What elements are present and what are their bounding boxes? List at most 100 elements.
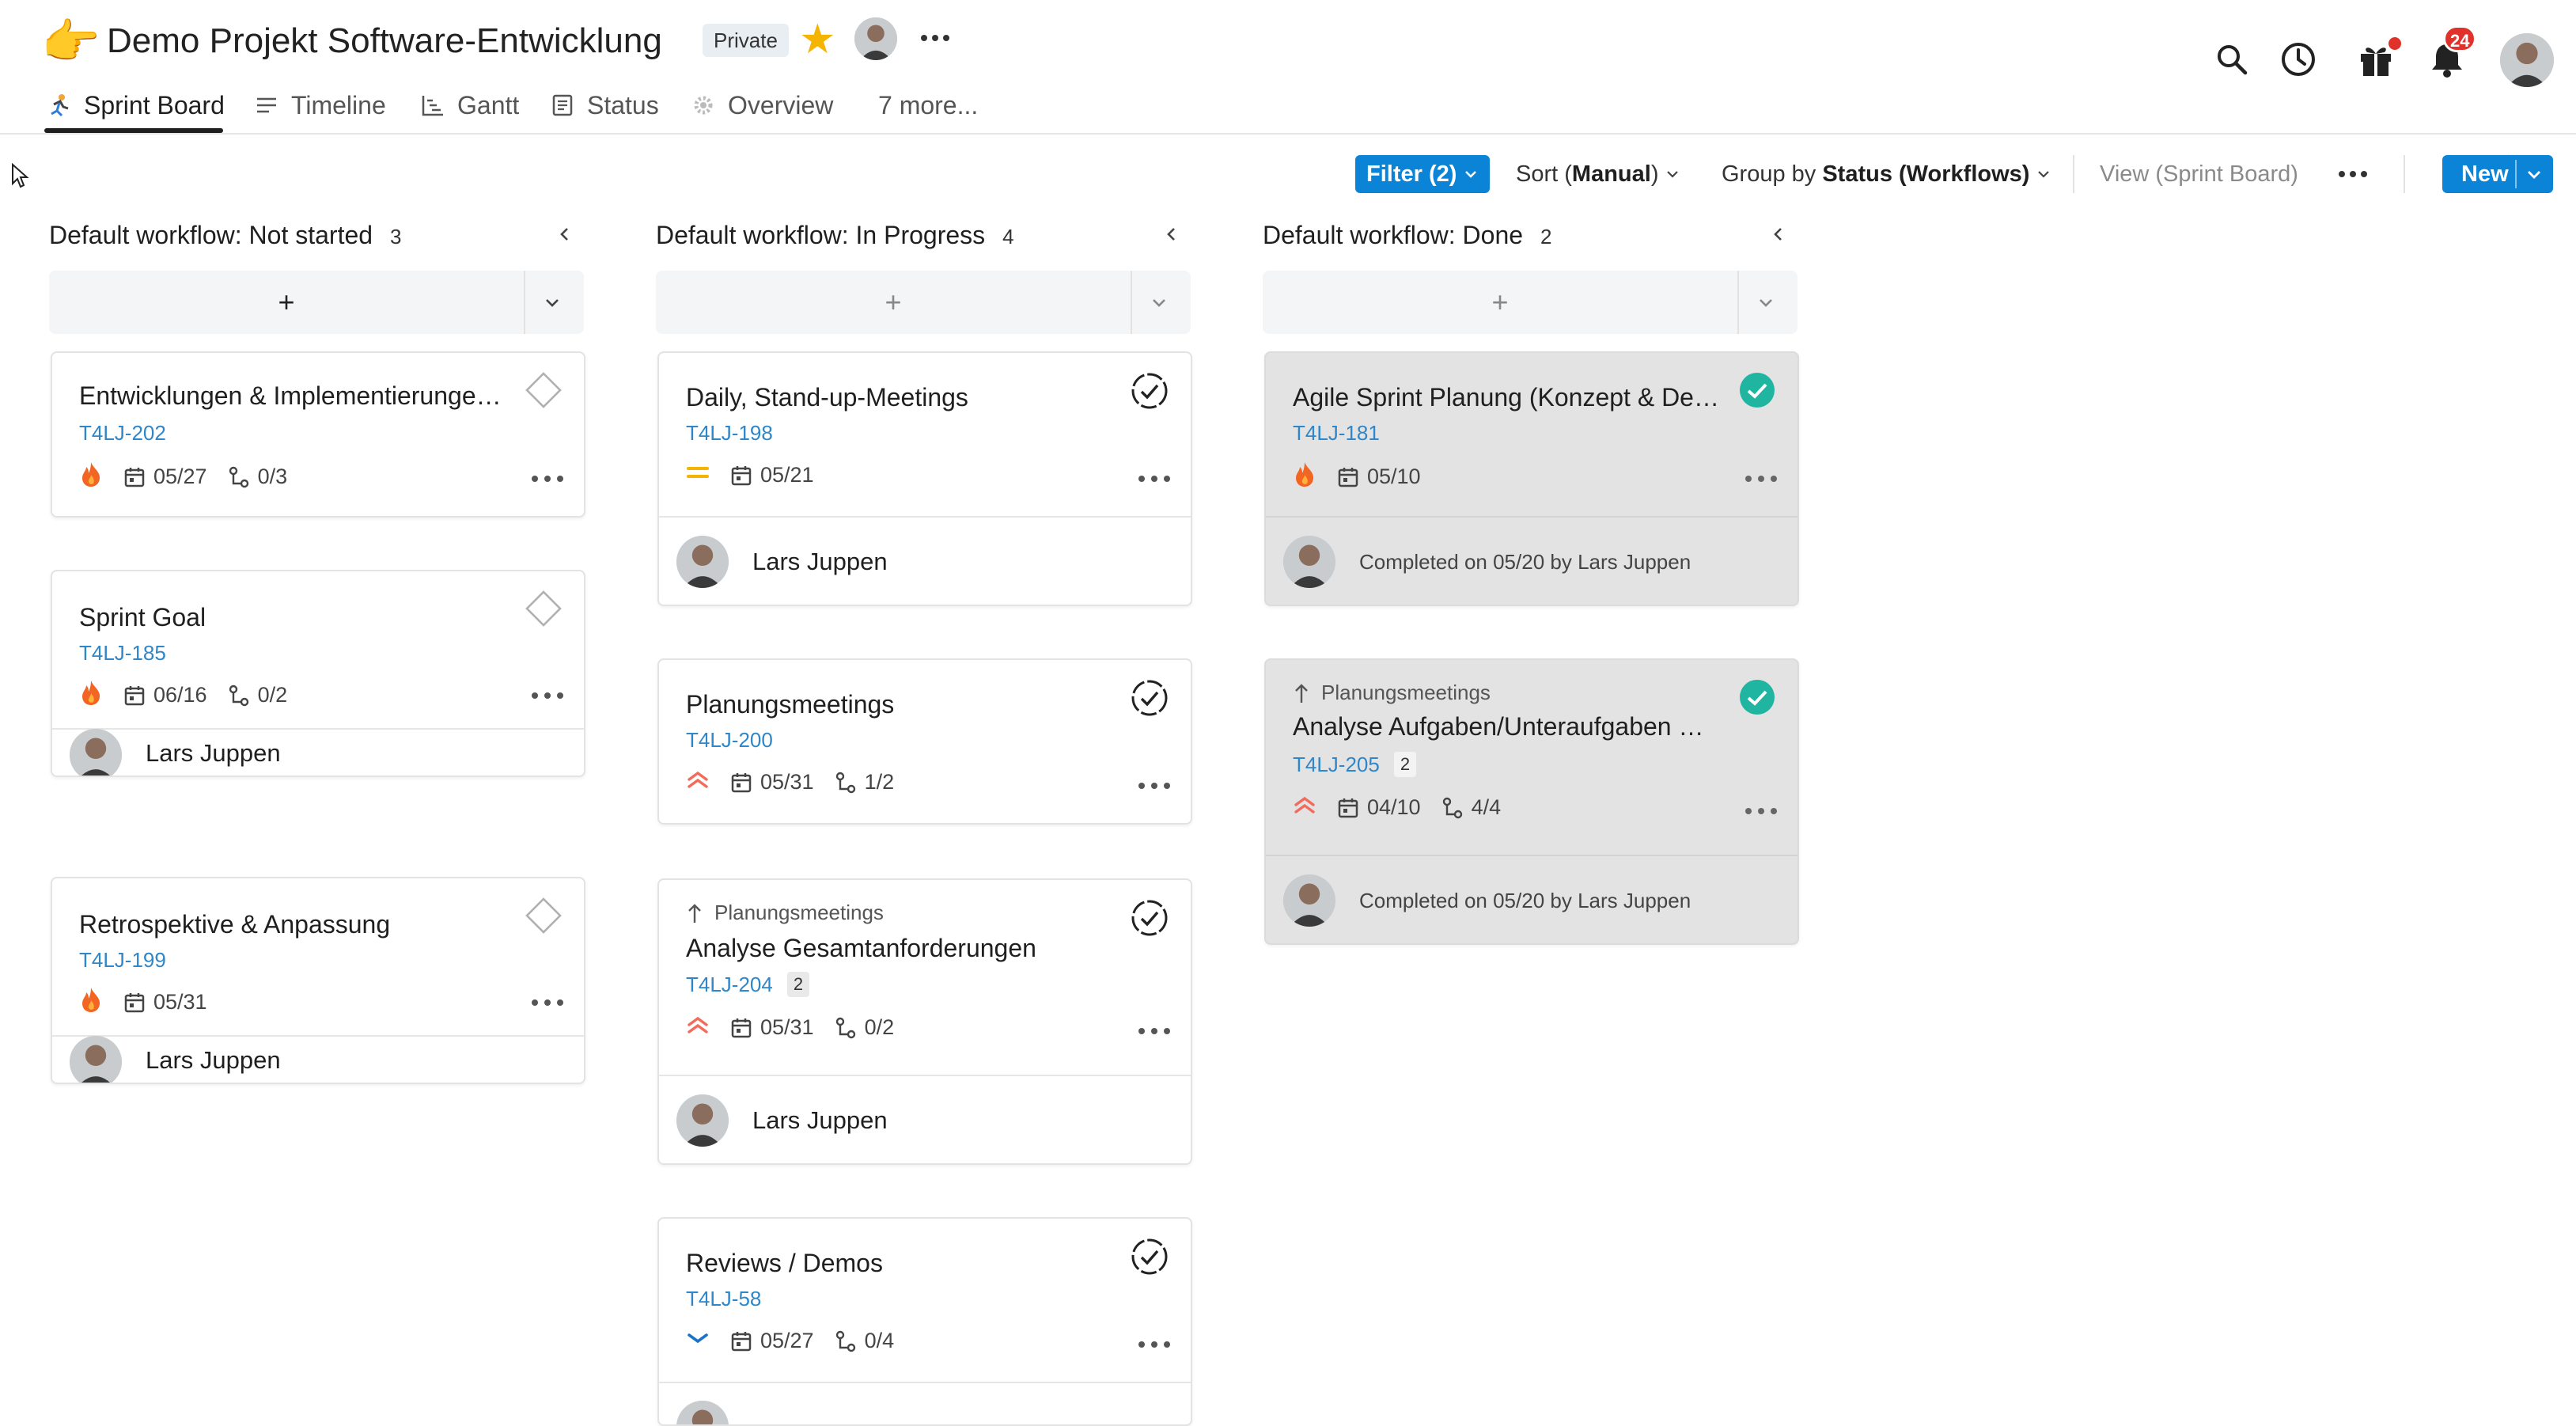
due-date[interactable]: 05/10 (1337, 465, 1421, 489)
subtask-count[interactable]: 4/4 (1441, 795, 1501, 820)
task-card[interactable]: Planungsmeetings Analyse Aufgaben/Untera… (1264, 658, 1799, 945)
task-card[interactable]: Planungsmeetings T4LJ-200 05/31 1/2 (657, 658, 1192, 825)
task-card[interactable]: Daily, Stand-up-Meetings T4LJ-198 05/21 … (657, 351, 1192, 606)
card-key[interactable]: T4LJ-58 (686, 1287, 761, 1311)
chevron-left-icon[interactable] (1161, 223, 1183, 245)
card-key[interactable]: T4LJ-181 (1293, 421, 1380, 446)
done-check-icon[interactable] (1737, 370, 1777, 410)
priority-fire-icon[interactable] (79, 461, 103, 493)
in-progress-check-circle-icon[interactable] (1129, 897, 1170, 939)
due-date[interactable]: 05/31 (730, 770, 814, 795)
subtask-count[interactable]: 0/2 (228, 683, 287, 707)
due-date[interactable]: 05/21 (730, 463, 814, 487)
search-icon[interactable] (2204, 32, 2260, 87)
card-more-icon[interactable] (530, 690, 565, 701)
card-more-icon[interactable] (1137, 473, 1172, 484)
user-avatar[interactable] (2500, 33, 2554, 87)
in-progress-check-circle-icon[interactable] (1129, 370, 1170, 411)
not-started-diamond-icon[interactable] (524, 589, 563, 628)
new-item-button[interactable]: New (2442, 155, 2553, 193)
project-more-icon[interactable] (918, 21, 953, 59)
clock-icon[interactable] (2271, 32, 2326, 87)
card-more-icon[interactable] (1137, 780, 1172, 791)
priority-medium-icon[interactable] (686, 461, 710, 490)
card-assignee[interactable]: Lars Juppen (52, 1035, 584, 1083)
chevron-down-icon[interactable] (1755, 291, 1777, 313)
task-card[interactable]: Reviews / Demos T4LJ-58 05/27 0/4 (657, 1217, 1192, 1426)
card-assignee[interactable]: Lars Juppen (659, 516, 1191, 605)
card-more-icon[interactable] (530, 997, 565, 1008)
card-title[interactable]: Sprint Goal (79, 603, 506, 632)
not-started-diamond-icon[interactable] (524, 896, 563, 935)
tab-timeline[interactable]: Timeline (253, 79, 386, 131)
card-title[interactable]: Planungsmeetings (686, 690, 1113, 719)
card-assignee[interactable] (659, 1382, 1191, 1424)
chevron-left-icon[interactable] (554, 223, 576, 245)
bell-icon[interactable]: 24 (2419, 25, 2477, 87)
parent-task-link[interactable]: Planungsmeetings (686, 901, 884, 925)
card-key[interactable]: T4LJ-198 (686, 421, 773, 446)
due-date[interactable]: 05/27 (730, 1329, 814, 1353)
task-card[interactable]: Retrospektive & Anpassung T4LJ-199 05/31… (51, 877, 585, 1084)
chevron-down-icon[interactable] (1148, 291, 1170, 313)
task-card[interactable]: Entwicklungen & Implementierungen ... T4… (51, 351, 585, 518)
in-progress-check-circle-icon[interactable] (1129, 677, 1170, 719)
priority-fire-icon[interactable] (79, 679, 103, 711)
card-assignee[interactable]: Lars Juppen (659, 1075, 1191, 1163)
card-key[interactable]: T4LJ-204 2 (686, 972, 810, 997)
parent-task-link[interactable]: Planungsmeetings (1293, 681, 1491, 705)
subtask-count[interactable]: 1/2 (835, 770, 894, 795)
subtask-count[interactable]: 0/3 (228, 465, 287, 489)
card-key[interactable]: T4LJ-205 2 (1293, 752, 1417, 777)
favorite-star-icon[interactable]: ★ (799, 17, 836, 62)
project-emoji-icon[interactable]: 👉 (41, 16, 100, 68)
task-card[interactable]: Agile Sprint Planung (Konzept & Desig...… (1264, 351, 1799, 606)
card-more-icon[interactable] (530, 473, 565, 484)
gift-icon[interactable] (2348, 32, 2404, 87)
due-date[interactable]: 05/27 (123, 465, 207, 489)
chevron-down-icon[interactable] (2525, 165, 2544, 184)
privacy-badge[interactable]: Private (703, 24, 789, 57)
card-title[interactable]: Analyse Gesamtanforderungen (686, 934, 1113, 963)
card-key[interactable]: T4LJ-200 (686, 728, 773, 753)
chevron-left-icon[interactable] (1767, 223, 1790, 245)
chevron-down-icon[interactable] (541, 291, 563, 313)
sort-dropdown[interactable]: Sort (Manual) (1516, 155, 1680, 193)
card-title[interactable]: Entwicklungen & Implementierungen ... (79, 381, 506, 411)
priority-high-icon[interactable] (1293, 793, 1316, 822)
card-title[interactable]: Analyse Aufgaben/Unteraufgaben & P... (1293, 712, 1720, 741)
card-title[interactable]: Daily, Stand-up-Meetings (686, 383, 1113, 412)
card-title[interactable]: Retrospektive & Anpassung (79, 910, 506, 939)
filter-button[interactable]: Filter (2) (1355, 155, 1491, 193)
done-check-icon[interactable] (1737, 677, 1777, 717)
priority-high-icon[interactable] (686, 1013, 710, 1042)
view-settings-button[interactable]: View (Sprint Board) (2100, 155, 2298, 193)
add-card-button[interactable]: + (1263, 271, 1737, 334)
group-by-dropdown[interactable]: Group by Status (Workflows) (1722, 155, 2051, 193)
card-key[interactable]: T4LJ-202 (79, 421, 166, 446)
card-title[interactable]: Agile Sprint Planung (Konzept & Desig... (1293, 383, 1720, 412)
card-key[interactable]: T4LJ-185 (79, 641, 166, 666)
card-more-icon[interactable] (1744, 473, 1779, 484)
card-key[interactable]: T4LJ-199 (79, 948, 166, 973)
priority-high-icon[interactable] (686, 768, 710, 797)
subtask-count[interactable]: 0/4 (835, 1329, 894, 1353)
subtask-count[interactable]: 0/2 (835, 1015, 894, 1040)
tab-gantt[interactable]: Gantt (419, 79, 519, 131)
priority-fire-icon[interactable] (1293, 461, 1316, 493)
card-more-icon[interactable] (1137, 1339, 1172, 1350)
toolbar-more-icon[interactable] (2335, 155, 2370, 193)
due-date[interactable]: 04/10 (1337, 795, 1421, 820)
task-card[interactable]: Sprint Goal T4LJ-185 06/16 0/2 Lars Jupp… (51, 570, 585, 777)
add-card-button[interactable]: + (49, 271, 524, 334)
tab-more-views[interactable]: 7 more... (878, 79, 978, 131)
card-more-icon[interactable] (1744, 806, 1779, 817)
add-card-button[interactable]: + (656, 271, 1131, 334)
project-owner-avatar[interactable] (854, 17, 897, 60)
card-more-icon[interactable] (1137, 1026, 1172, 1037)
card-title[interactable]: Reviews / Demos (686, 1249, 1113, 1278)
due-date[interactable]: 06/16 (123, 683, 207, 707)
card-assignee[interactable]: Lars Juppen (52, 728, 584, 776)
in-progress-check-circle-icon[interactable] (1129, 1236, 1170, 1277)
tab-status[interactable]: Status (549, 79, 659, 131)
